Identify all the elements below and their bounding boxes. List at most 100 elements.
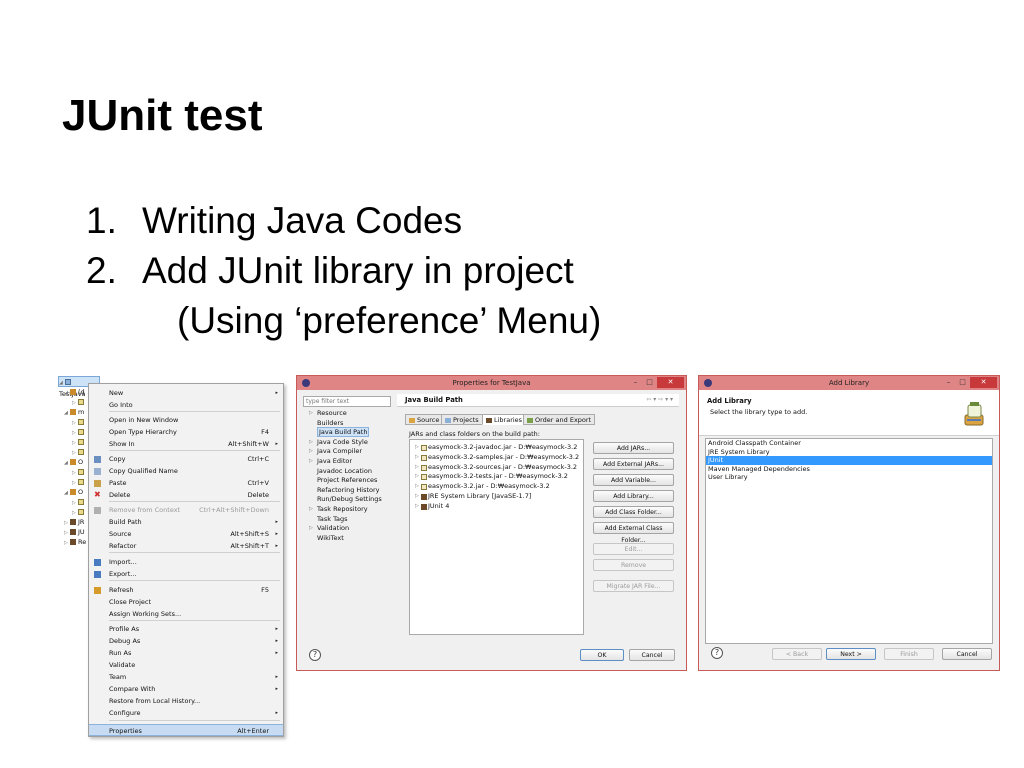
- menu-item-new[interactable]: New ▸: [89, 387, 283, 399]
- menu-item-source[interactable]: Source Alt+Shift+S ▸: [89, 528, 283, 540]
- menu-item-restore-from-local-history[interactable]: Restore from Local History...: [89, 695, 283, 707]
- menu-item-run-as[interactable]: Run As ▸: [89, 647, 283, 659]
- menu-separator: [109, 720, 280, 721]
- expand-arrow-icon[interactable]: ▷: [309, 524, 315, 534]
- menu-item-refresh[interactable]: Refresh F5: [89, 584, 283, 596]
- back-button[interactable]: < Back: [772, 648, 822, 660]
- add-jars-button[interactable]: Add JARs...: [593, 442, 674, 454]
- import-icon: [94, 559, 101, 566]
- help-icon[interactable]: ?: [711, 647, 723, 659]
- cancel-button[interactable]: Cancel: [942, 648, 992, 660]
- tab-projects[interactable]: Projects: [441, 414, 483, 425]
- menu-item-open-in-new-window[interactable]: Open in New Window: [89, 414, 283, 426]
- filter-input[interactable]: type filter text: [303, 396, 391, 407]
- next-button[interactable]: Next >: [826, 648, 876, 660]
- library-icon: [486, 417, 492, 423]
- close-button[interactable]: ✕: [970, 377, 997, 388]
- jar-list-item[interactable]: ▷ JUnit 4: [410, 502, 583, 512]
- menu-item-label: Paste: [109, 479, 127, 487]
- nav-item-task-tags[interactable]: Task Tags: [303, 515, 393, 525]
- menu-separator: [109, 620, 280, 621]
- menu-item-profile-as[interactable]: Profile As ▸: [89, 623, 283, 635]
- jar-list-item[interactable]: ▷ easymock-3.2-tests.jar - D:₩easymock-3.…: [410, 472, 583, 482]
- menu-item-import[interactable]: Import...: [89, 556, 283, 568]
- migrate-jar-button[interactable]: Migrate JAR File...: [593, 580, 674, 592]
- menu-item-label: Open in New Window: [109, 416, 179, 424]
- help-icon[interactable]: ?: [309, 649, 321, 661]
- tab-libraries[interactable]: Libraries: [482, 414, 527, 425]
- tab-order-and-export[interactable]: Order and Export: [523, 414, 596, 425]
- add-class-folder-button[interactable]: Add Class Folder...: [593, 506, 674, 518]
- title-bar[interactable]: Add Library – □ ✕: [699, 376, 999, 390]
- nav-item-validation[interactable]: ▷ Validation: [303, 524, 393, 534]
- menu-item-configure[interactable]: Configure ▸: [89, 707, 283, 719]
- jar-list-item[interactable]: ▷ easymock-3.2-javadoc.jar - D:₩easymock-…: [410, 443, 583, 453]
- library-type-item[interactable]: Maven Managed Dependencies: [706, 465, 992, 474]
- jar-list-item[interactable]: ▷ easymock-3.2-sources.jar - D:₩easymock-…: [410, 463, 583, 473]
- expand-arrow-icon[interactable]: ▷: [309, 447, 315, 457]
- library-type-item[interactable]: Android Classpath Container: [706, 439, 992, 448]
- nav-item-refactoring-history[interactable]: Refactoring History: [303, 486, 393, 496]
- jar-list-item[interactable]: ▷ JRE System Library [JavaSE-1.7]: [410, 492, 583, 502]
- nav-item-java-code-style[interactable]: ▷ Java Code Style: [303, 438, 393, 448]
- finish-button[interactable]: Finish: [884, 648, 934, 660]
- nav-item-resource[interactable]: ▷ Resource: [303, 409, 393, 419]
- nav-item-java-build-path[interactable]: Java Build Path: [303, 427, 393, 438]
- minimize-button[interactable]: –: [629, 377, 642, 388]
- menu-item-properties[interactable]: Properties Alt+Enter: [89, 724, 283, 736]
- ok-button[interactable]: OK: [580, 649, 624, 661]
- menu-item-go-into[interactable]: Go Into: [89, 399, 283, 411]
- submenu-arrow-icon: ▸: [275, 390, 278, 396]
- menu-item-paste[interactable]: Paste Ctrl+V: [89, 477, 283, 489]
- menu-item-validate[interactable]: Validate: [89, 659, 283, 671]
- close-button[interactable]: ✕: [657, 377, 684, 388]
- menu-item-team[interactable]: Team ▸: [89, 671, 283, 683]
- library-icon: [70, 529, 76, 535]
- expand-arrow-icon[interactable]: ▷: [309, 457, 315, 467]
- menu-item-close-project[interactable]: Close Project: [89, 596, 283, 608]
- add-external-class-folder-button[interactable]: Add External Class Folder...: [593, 522, 674, 544]
- menu-item-debug-as[interactable]: Debug As ▸: [89, 635, 283, 647]
- maximize-button[interactable]: □: [643, 377, 656, 388]
- library-type-item[interactable]: JUnit: [706, 456, 992, 465]
- minimize-button[interactable]: –: [942, 377, 955, 388]
- menu-item-copy-qualified-name[interactable]: Copy Qualified Name: [89, 465, 283, 477]
- menu-item-compare-with[interactable]: Compare With ▸: [89, 683, 283, 695]
- nav-item-wikitext[interactable]: WikiText: [303, 534, 393, 544]
- library-type-item[interactable]: User Library: [706, 473, 992, 482]
- menu-item-copy[interactable]: Copy Ctrl+C: [89, 453, 283, 465]
- menu-item-show-in[interactable]: Show In Alt+Shift+W ▸: [89, 438, 283, 450]
- jar-list-item[interactable]: ▷ easymock-3.2.jar - D:₩easymock-3.2: [410, 482, 583, 492]
- nav-item-run-debug-settings[interactable]: Run/Debug Settings: [303, 495, 393, 505]
- menu-item-assign-working-sets[interactable]: Assign Working Sets...: [89, 608, 283, 620]
- expand-arrow-icon[interactable]: ▷: [309, 409, 315, 419]
- nav-item-java-compiler[interactable]: ▷ Java Compiler: [303, 447, 393, 457]
- slide-title: JUnit test: [62, 91, 263, 140]
- nav-item-project-references[interactable]: Project References: [303, 476, 393, 486]
- menu-item-open-type-hierarchy[interactable]: Open Type Hierarchy F4: [89, 426, 283, 438]
- add-external-jars-button[interactable]: Add External JARs...: [593, 458, 674, 470]
- cancel-button[interactable]: Cancel: [629, 649, 675, 661]
- expand-arrow-icon[interactable]: ▷: [309, 438, 315, 448]
- java-file-icon: [78, 509, 84, 515]
- nav-item-javadoc-location[interactable]: Javadoc Location: [303, 467, 393, 477]
- remove-button[interactable]: Remove: [593, 559, 674, 571]
- add-library-button[interactable]: Add Library...: [593, 490, 674, 502]
- menu-item-delete[interactable]: ✖ Delete Delete: [89, 489, 283, 501]
- menu-item-label: Copy Qualified Name: [109, 467, 178, 475]
- nav-item-task-repository[interactable]: ▷ Task Repository: [303, 505, 393, 515]
- jar-list-item[interactable]: ▷ easymock-3.2-samples.jar - D:₩easymock-…: [410, 453, 583, 463]
- add-variable-button[interactable]: Add Variable...: [593, 474, 674, 486]
- menu-item-export[interactable]: Export...: [89, 568, 283, 580]
- expand-arrow-icon[interactable]: ▷: [309, 505, 315, 515]
- menu-item-refactor[interactable]: Refactor Alt+Shift+T ▸: [89, 540, 283, 552]
- menu-item-remove-from-context[interactable]: Remove from Context Ctrl+Alt+Shift+Down: [89, 504, 283, 516]
- library-type-item[interactable]: JRE System Library: [706, 448, 992, 457]
- edit-button[interactable]: Edit...: [593, 543, 674, 555]
- title-bar[interactable]: Properties for TestJava – □ ✕: [297, 376, 686, 390]
- maximize-button[interactable]: □: [956, 377, 969, 388]
- tab-source[interactable]: Source: [405, 414, 444, 425]
- nav-item-java-editor[interactable]: ▷ Java Editor: [303, 457, 393, 467]
- menu-item-build-path[interactable]: Build Path ▸: [89, 516, 283, 528]
- history-nav-icon[interactable]: ⇦ ▾ ⇨ ▾ ▾: [646, 396, 673, 403]
